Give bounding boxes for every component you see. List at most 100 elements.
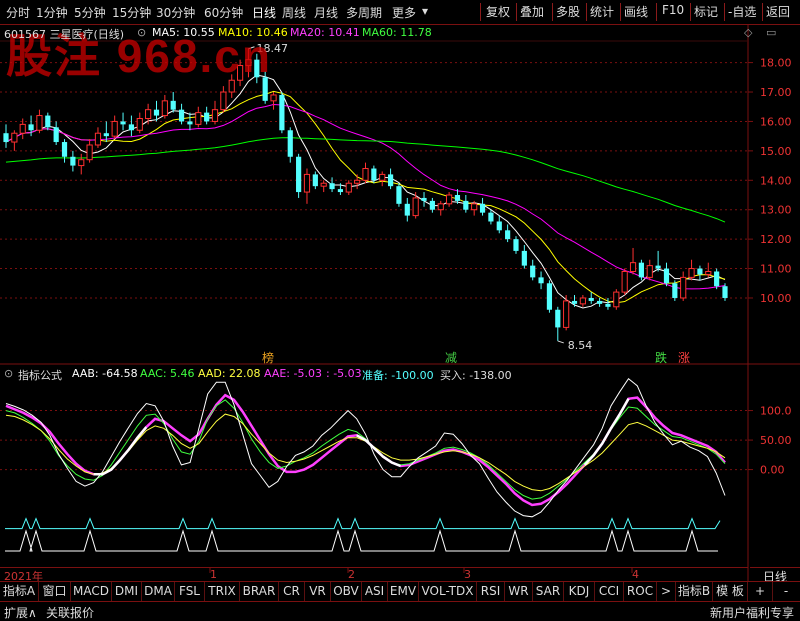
candle-body <box>680 276 687 299</box>
candle-body <box>496 221 502 231</box>
tab-trix[interactable]: TRIX <box>205 582 240 601</box>
tab-asi[interactable]: ASI <box>362 582 388 601</box>
candle-body <box>479 203 486 213</box>
tab-emv[interactable]: EMV <box>388 582 419 601</box>
time-label: 1 <box>210 568 217 581</box>
candle-body <box>705 271 712 275</box>
remove-window-button[interactable]: - <box>773 582 799 601</box>
indicator-name[interactable]: 指标公式 <box>18 367 62 383</box>
tab-wr[interactable]: WR <box>505 582 533 601</box>
tab-cr[interactable]: CR <box>279 582 305 601</box>
related-quotes-button[interactable]: 关联报价 <box>46 604 94 621</box>
ma10-value: MA10: 10.46 <box>218 26 288 39</box>
candle-body <box>672 283 678 298</box>
tab-indicator-a[interactable]: 指标A <box>0 582 39 601</box>
mairu-value: 买入: -138.00 <box>440 369 512 382</box>
new-user-benefit-link[interactable]: 新用户福利专享 <box>710 604 794 621</box>
candle-body <box>220 91 227 111</box>
indicator-settings-icon[interactable]: ⊙ <box>4 367 13 380</box>
candle-body <box>412 197 419 217</box>
candle-body <box>337 189 344 193</box>
tab-dmi[interactable]: DMI <box>112 582 142 601</box>
candle-body <box>70 156 76 166</box>
candle-body <box>446 194 453 205</box>
tab-fsl[interactable]: FSL <box>175 582 205 601</box>
candle-body <box>120 121 126 125</box>
indicator-lines <box>5 377 726 552</box>
candle-body <box>312 174 318 187</box>
tab-rsi[interactable]: RSI <box>477 582 505 601</box>
ma5-value: MA5: 10.55 <box>152 26 215 39</box>
signal-marker: 榜 <box>262 351 275 365</box>
expand-window-icon[interactable]: ▭ <box>766 26 776 39</box>
candle-body <box>153 109 160 116</box>
tab-cci[interactable]: CCI <box>595 582 624 601</box>
candle-body <box>437 203 444 211</box>
candle-body <box>211 109 219 122</box>
stock-code-name[interactable]: 601567 三星医疗(日线) <box>4 26 124 42</box>
candle-body <box>354 179 361 184</box>
price-info-bar: 601567 三星医疗(日线) ⊙ MA5: 10.55 MA10: 10.46… <box>0 25 748 41</box>
low-annotation: 8.54 <box>568 339 593 352</box>
signal-marker: 减 <box>445 351 458 365</box>
candle-body <box>613 291 620 308</box>
candle-body <box>371 168 377 181</box>
candle-body <box>103 133 109 137</box>
price-axis: 10.00 11.00 12.00 13.00 14.00 15.00 16.00 17.00… <box>748 57 792 305</box>
price-axis-label: 13.00 <box>760 204 792 217</box>
price-axis-label: 11.00 <box>760 263 792 276</box>
price-axis-label: 14.00 <box>760 174 792 187</box>
candle-body <box>538 277 544 284</box>
candle-body <box>61 142 68 157</box>
candle-body <box>563 300 570 328</box>
indicator-axis-label: 0.00 <box>760 464 785 477</box>
tab-dma[interactable]: DMA <box>142 582 175 601</box>
candle-body <box>571 300 578 304</box>
candle-body <box>254 59 260 78</box>
tab-roc[interactable]: ROC <box>624 582 657 601</box>
mairu-line <box>5 529 718 552</box>
candle-body <box>646 265 653 278</box>
candle-body <box>688 268 695 278</box>
price-axis-label: 15.00 <box>760 145 792 158</box>
price-axis-label: 17.00 <box>760 86 792 99</box>
price-axis-label: 12.00 <box>760 233 792 246</box>
tab-indicator-b[interactable]: 指标B <box>676 582 713 601</box>
candle-body <box>655 265 661 269</box>
zhunbei-value: 准备: -100.00 <box>362 369 434 382</box>
zhunbei-line <box>5 517 721 530</box>
candle-body <box>379 173 386 181</box>
chart-grid <box>0 25 800 581</box>
add-window-button[interactable]: + <box>748 582 773 601</box>
tab-vr[interactable]: VR <box>305 582 331 601</box>
stock-chart-canvas[interactable]: 10.0011.0012.0013.0014.0015.0016.0017.00… <box>0 0 800 620</box>
candle-body <box>11 132 18 143</box>
status-bar: 扩展∧ 关联报价 新用户福利专享 <box>0 601 800 621</box>
aac-value: AAC: 5.46 <box>140 367 195 380</box>
candle-body <box>262 77 268 101</box>
tab-kdj[interactable]: KDJ <box>564 582 595 601</box>
tab-window[interactable]: 窗口 <box>39 582 71 601</box>
ma20-value: MA20: 10.41 <box>290 26 360 39</box>
tab-macd[interactable]: MACD <box>71 582 112 601</box>
candle-body <box>722 286 728 298</box>
tab-obv[interactable]: OBV <box>331 582 362 601</box>
candle-body <box>86 144 93 161</box>
tab-vol-tdx[interactable]: VOL-TDX <box>419 582 477 601</box>
period-indicator[interactable]: 日线 <box>750 567 800 584</box>
tab-sar[interactable]: SAR <box>533 582 564 601</box>
candle-body <box>697 268 703 275</box>
rise-highlight <box>93 426 148 476</box>
candle-body <box>270 94 277 102</box>
tab-brar[interactable]: BRAR <box>240 582 279 601</box>
candle-body <box>287 130 293 157</box>
candle-body <box>387 174 394 187</box>
ma-settings-icon[interactable]: ⊙ <box>137 26 146 39</box>
candle-body <box>19 123 26 134</box>
candle-body <box>228 79 235 93</box>
candle-body <box>178 109 185 122</box>
expand-button[interactable]: 扩展∧ <box>4 604 37 621</box>
tab-scroll-right-icon[interactable]: > <box>657 582 676 601</box>
tab-template[interactable]: 模 板 <box>713 582 748 601</box>
time-label: 3 <box>464 568 471 581</box>
